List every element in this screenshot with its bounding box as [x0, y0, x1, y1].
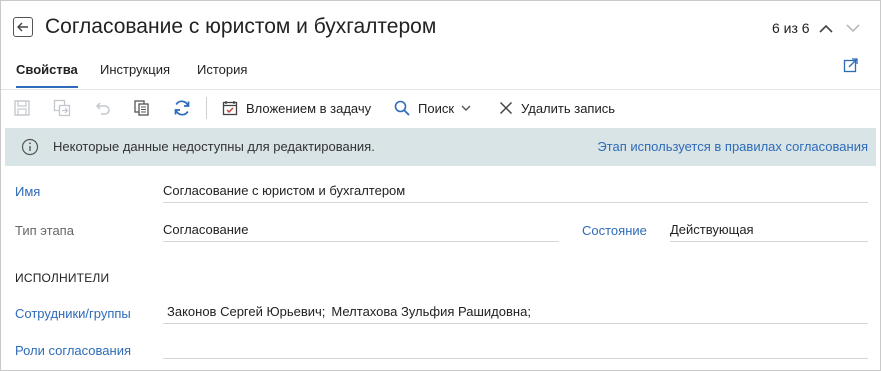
- tab-instruction[interactable]: Инструкция: [100, 62, 170, 77]
- refresh-icon[interactable]: [173, 99, 191, 117]
- arrow-left-icon: [17, 22, 28, 32]
- tab-properties[interactable]: Свойства: [16, 62, 78, 88]
- approval-roles-field[interactable]: [163, 335, 868, 359]
- card-window: Согласование с юристом и бухгалтером 6 и…: [0, 0, 881, 371]
- attach-to-task-label: Вложением в задачу: [246, 100, 372, 116]
- stage-type-field[interactable]: Согласование: [163, 218, 559, 242]
- employees-field[interactable]: Законов Сергей Юрьевич; Мелтахова Зульфия…: [163, 300, 868, 324]
- state-field[interactable]: Действующая: [670, 218, 868, 242]
- header: Согласование с юристом и бухгалтером 6 и…: [1, 1, 880, 53]
- section-title-executors: ИСПОЛНИТЕЛИ: [15, 271, 110, 285]
- name-label[interactable]: Имя: [15, 184, 40, 199]
- toolbar: Вложением в задачу Поиск Удалить запись: [1, 89, 880, 126]
- attach-to-task-button[interactable]: Вложением в задачу: [222, 98, 371, 118]
- info-icon: [21, 138, 39, 156]
- search-label: Поиск: [418, 100, 455, 116]
- chevron-up-icon[interactable]: [818, 21, 834, 35]
- record-counter: 6 из 6: [772, 20, 810, 36]
- calendar-check-icon: [222, 101, 238, 116]
- back-button[interactable]: [13, 17, 33, 37]
- state-label[interactable]: Состояние: [582, 223, 647, 238]
- search-button[interactable]: Поиск: [394, 98, 471, 118]
- stage-type-label: Тип этапа: [15, 223, 74, 238]
- approval-roles-label[interactable]: Роли согласования: [15, 343, 131, 358]
- toolbar-separator: [206, 97, 207, 119]
- chevron-down-icon: [461, 105, 471, 111]
- employee-item[interactable]: Мелтахова Зульфия Рашидовна;: [331, 304, 531, 319]
- close-icon: [499, 101, 513, 115]
- tab-history[interactable]: История: [197, 62, 247, 77]
- name-field[interactable]: Согласование с юристом и бухгалтером: [163, 179, 868, 203]
- save-icon[interactable]: [13, 99, 31, 117]
- search-icon: [394, 100, 410, 116]
- delete-record-label: Удалить запись: [521, 100, 616, 116]
- tab-bar: Свойства Инструкция История: [1, 57, 880, 88]
- undo-icon[interactable]: [93, 99, 111, 117]
- info-message: Некоторые данные недоступны для редактир…: [53, 139, 375, 154]
- open-in-new-window-icon[interactable]: [843, 57, 859, 73]
- rules-usage-link[interactable]: Этап используется в правилах согласовани…: [597, 139, 868, 154]
- page-title: Согласование с юристом и бухгалтером: [45, 15, 437, 38]
- employee-item[interactable]: Законов Сергей Юрьевич;: [167, 304, 325, 319]
- delete-record-button[interactable]: Удалить запись: [499, 98, 615, 118]
- copy-icon[interactable]: [133, 99, 151, 117]
- info-banner: Некоторые данные недоступны для редактир…: [5, 128, 876, 166]
- chevron-down-icon[interactable]: [845, 21, 861, 35]
- employees-label[interactable]: Сотрудники/группы: [15, 306, 131, 321]
- save-and-close-icon[interactable]: [53, 99, 71, 117]
